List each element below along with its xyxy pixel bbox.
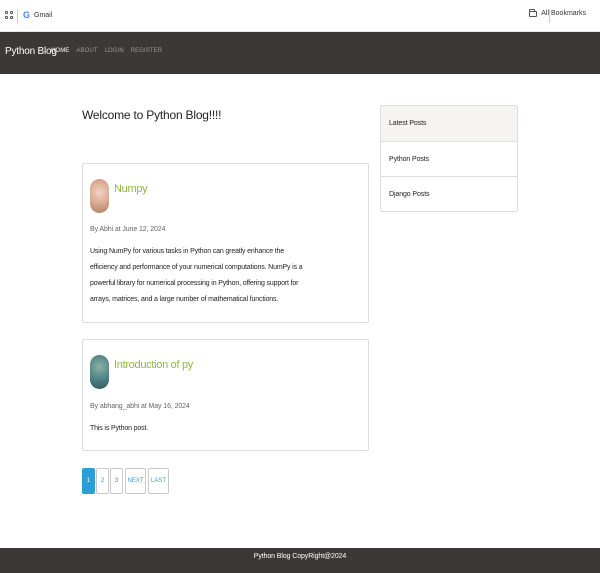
google-icon: G <box>23 10 31 20</box>
folder-icon <box>529 8 538 17</box>
sidebar-item-django-posts[interactable]: Django Posts <box>381 176 517 211</box>
footer: Python Blog CopyRight@2024 <box>0 548 600 573</box>
post-title-link[interactable]: Introduction of py <box>114 359 193 371</box>
page-1-button[interactable]: 1 <box>82 468 95 494</box>
nav-links: HOME ABOUT LOGIN REGISTER <box>51 48 162 54</box>
latest-posts-panel: Latest Posts Python Posts Django Posts <box>380 105 518 212</box>
gmail-bookmark[interactable]: G Gmail <box>23 10 52 20</box>
footer-copyright: Python Blog CopyRight@2024 <box>253 553 347 560</box>
page-2-button[interactable]: 2 <box>96 468 109 494</box>
gmail-bookmark-label: Gmail <box>34 11 53 19</box>
all-bookmarks-label: All Bookmarks <box>541 10 586 17</box>
next-page-button[interactable]: NEXT <box>125 468 146 494</box>
pagination: 1 2 3 NEXT LAST <box>82 468 169 494</box>
bookmarks-divider <box>17 9 18 23</box>
brand-link[interactable]: Python Blog <box>5 46 57 57</box>
nav-home[interactable]: HOME <box>51 48 69 54</box>
post-title-link[interactable]: Numpy <box>114 183 148 195</box>
post-card: Introduction of py By abhang_abhi at May… <box>82 339 369 451</box>
bookmarks-bar: G Gmail All Bookmarks <box>0 0 600 32</box>
last-page-button[interactable]: LAST <box>148 468 169 494</box>
post-body: This is Python post. <box>90 425 149 432</box>
author-avatar <box>90 355 109 389</box>
sidebar-item-python-posts[interactable]: Python Posts <box>381 141 517 176</box>
nav-register[interactable]: REGISTER <box>131 48 162 54</box>
nav-about[interactable]: ABOUT <box>76 48 97 54</box>
page-3-button[interactable]: 3 <box>110 468 123 494</box>
post-card: Numpy By Abhi at June 12, 2024 Using Num… <box>82 163 369 323</box>
all-bookmarks-button[interactable]: All Bookmarks <box>529 8 586 17</box>
post-body: Using NumPy for various tasks in Python … <box>90 248 303 303</box>
page-title: Welcome to Python Blog!!!! <box>82 108 222 122</box>
author-avatar <box>90 179 109 213</box>
post-meta: By Abhi at June 12, 2024 <box>90 226 166 233</box>
apps-grid-icon[interactable] <box>5 11 13 19</box>
latest-posts-header: Latest Posts <box>381 106 517 141</box>
post-meta: By abhang_abhi at May 16, 2024 <box>90 403 190 410</box>
nav-login[interactable]: LOGIN <box>105 48 124 54</box>
navbar: Python Blog HOME ABOUT LOGIN REGISTER <box>0 32 600 74</box>
